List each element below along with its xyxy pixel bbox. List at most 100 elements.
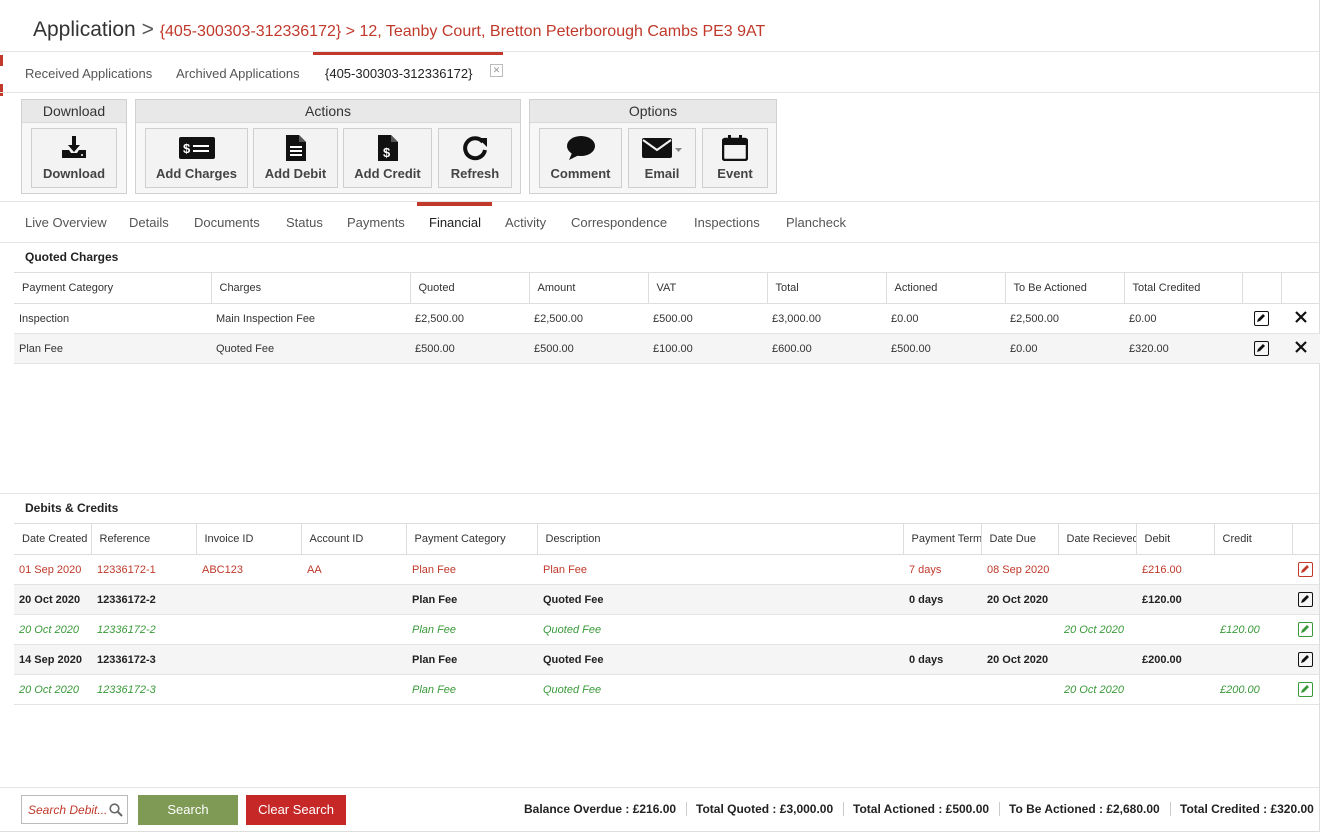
- cell: Plan Fee: [406, 584, 537, 615]
- tab-archived-applications[interactable]: Archived Applications: [176, 66, 300, 81]
- debits-credits-title: Debits & Credits: [25, 501, 119, 515]
- search-button[interactable]: Search: [138, 795, 238, 825]
- close-tab-icon[interactable]: ✕: [490, 64, 503, 77]
- cell: £0.00: [1124, 303, 1242, 334]
- tab-status[interactable]: Status: [286, 215, 323, 230]
- delete-icon[interactable]: [1294, 341, 1307, 353]
- tab-live-overview[interactable]: Live Overview: [25, 215, 107, 230]
- table-row[interactable]: 01 Sep 2020 12336172-1 ABC123 AA Plan Fe…: [14, 554, 1319, 585]
- tab-plancheck[interactable]: Plancheck: [786, 215, 846, 230]
- column-header[interactable]: Total: [766, 272, 886, 304]
- cell: [1136, 614, 1214, 645]
- column-header[interactable]: Total Credited: [1123, 272, 1242, 304]
- edit-icon[interactable]: [1298, 682, 1313, 697]
- edit-icon[interactable]: [1254, 311, 1269, 326]
- divider: [0, 92, 1319, 93]
- table-row[interactable]: Inspection Main Inspection Fee £2,500.00…: [14, 303, 1320, 334]
- email-label: Email: [644, 166, 680, 181]
- table-row[interactable]: 20 Oct 2020 12336172-3 Plan Fee Quoted F…: [14, 674, 1319, 705]
- edit-icon[interactable]: [1298, 652, 1313, 667]
- search-icon[interactable]: [109, 803, 123, 817]
- column-header[interactable]: Reference: [90, 523, 196, 555]
- table-row[interactable]: 20 Oct 2020 12336172-2 Plan Fee Quoted F…: [14, 584, 1319, 615]
- balance-overdue: Balance Overdue : £216.00: [524, 802, 677, 816]
- edit-icon[interactable]: [1298, 592, 1313, 607]
- refresh-label: Refresh: [450, 166, 500, 181]
- column-header[interactable]: Invoice ID: [195, 523, 301, 555]
- tab-correspondence[interactable]: Correspondence: [571, 215, 667, 230]
- cell: 20 Oct 2020: [14, 674, 91, 705]
- cell: £2,500.00: [410, 303, 529, 334]
- column-header[interactable]: Description: [536, 523, 903, 555]
- cell: 12336172-1: [91, 554, 196, 585]
- cell: £3,000.00: [767, 303, 886, 334]
- edit-icon[interactable]: [1254, 341, 1269, 356]
- column-header[interactable]: Debit: [1135, 523, 1214, 555]
- add-debit-label: Add Debit: [264, 166, 327, 181]
- table-row[interactable]: 14 Sep 2020 12336172-3 Plan Fee Quoted F…: [14, 644, 1319, 675]
- tab-received-applications[interactable]: Received Applications: [25, 66, 152, 81]
- cell: [1136, 674, 1214, 705]
- tab-inspections[interactable]: Inspections: [694, 215, 760, 230]
- column-header[interactable]: Payment Category: [405, 523, 537, 555]
- add-credit-button[interactable]: $ Add Credit: [343, 128, 432, 188]
- tab-activity[interactable]: Activity: [505, 215, 546, 230]
- download-button[interactable]: Download: [31, 128, 117, 188]
- column-header[interactable]: VAT: [647, 272, 767, 304]
- column-header[interactable]: To Be Actioned: [1004, 272, 1124, 304]
- add-debit-button[interactable]: Add Debit: [253, 128, 338, 188]
- column-header[interactable]: Date Recieved: [1057, 523, 1136, 555]
- cell: Plan Fee: [406, 644, 537, 675]
- email-button[interactable]: Email: [628, 128, 696, 188]
- cell: £600.00: [767, 333, 886, 364]
- cell: AA: [301, 554, 406, 585]
- tab-details[interactable]: Details: [129, 215, 169, 230]
- tab-current-application[interactable]: {405-300303-312336172}: [325, 66, 472, 81]
- column-header[interactable]: Quoted: [409, 272, 529, 304]
- left-accent-mark: [0, 84, 3, 96]
- tab-payments[interactable]: Payments: [347, 215, 405, 230]
- column-header[interactable]: Amount: [528, 272, 648, 304]
- download-group: Download Download: [21, 99, 127, 194]
- cell: £0.00: [1005, 333, 1124, 364]
- tab-documents[interactable]: Documents: [194, 215, 260, 230]
- clear-search-button[interactable]: Clear Search: [246, 795, 346, 825]
- column-header[interactable]: Payment Terms: [902, 523, 981, 555]
- cell: [1058, 554, 1136, 585]
- tab-financial[interactable]: Financial: [429, 215, 481, 230]
- delete-icon[interactable]: [1294, 311, 1307, 323]
- cell: Plan Fee: [14, 333, 211, 364]
- add-charges-button[interactable]: $ Add Charges: [145, 128, 248, 188]
- cell: [196, 614, 301, 645]
- divider: [999, 802, 1000, 816]
- cell: 20 Oct 2020: [14, 614, 91, 645]
- cell: £500.00: [410, 333, 529, 364]
- refresh-button[interactable]: Refresh: [438, 128, 512, 188]
- quoted-charges-table: Payment Category Charges Quoted Amount V…: [14, 272, 1320, 364]
- table-row[interactable]: 20 Oct 2020 12336172-2 Plan Fee Quoted F…: [14, 614, 1319, 645]
- column-header[interactable]: Credit: [1213, 523, 1292, 555]
- column-header[interactable]: Actioned: [885, 272, 1005, 304]
- search-input[interactable]: [22, 796, 112, 824]
- edit-icon[interactable]: [1298, 562, 1313, 577]
- to-be-actioned: To Be Actioned : £2,680.00: [1009, 802, 1160, 816]
- actions-group: Actions $ Add Charges Add Debit $ Add Cr…: [135, 99, 521, 194]
- table-row[interactable]: Plan Fee Quoted Fee £500.00 £500.00 £100…: [14, 333, 1320, 364]
- edit-cell: [1292, 614, 1319, 645]
- comment-button[interactable]: Comment: [539, 128, 622, 188]
- cell: Quoted Fee: [537, 584, 903, 615]
- total-credited: Total Credited : £320.00: [1180, 802, 1314, 816]
- column-header[interactable]: Account ID: [300, 523, 406, 555]
- application-path[interactable]: {405-300303-312336172} > 12, Teanby Cour…: [160, 23, 766, 40]
- svg-text:$: $: [383, 145, 391, 160]
- column-header[interactable]: Charges: [210, 272, 410, 304]
- column-header[interactable]: Date Due: [980, 523, 1058, 555]
- cell: 12336172-2: [91, 614, 196, 645]
- cell: £500.00: [886, 333, 1005, 364]
- edit-icon[interactable]: [1298, 622, 1313, 637]
- search-box: [21, 795, 128, 824]
- event-button[interactable]: Event: [702, 128, 768, 188]
- cell: [1058, 584, 1136, 615]
- column-header[interactable]: Date Created: [14, 523, 91, 555]
- column-header[interactable]: Payment Category: [14, 272, 211, 304]
